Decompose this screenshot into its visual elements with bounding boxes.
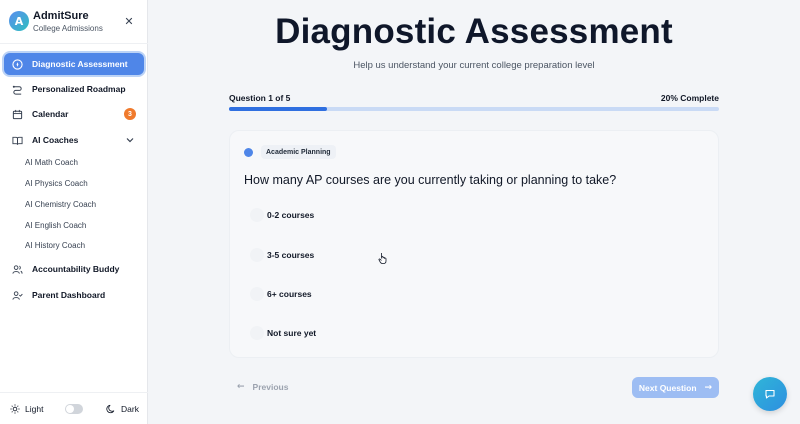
chat-icon [765,389,775,399]
progress-fill [229,107,327,111]
page-title: Diagnostic Assessment [275,12,673,51]
radio-button[interactable] [250,287,264,301]
sidebar-subitem-coach[interactable]: AI History Coach [25,241,85,250]
sidebar-item-ai-coaches[interactable]: AI Coaches [4,129,144,151]
progress-bar [229,107,719,111]
moon-icon [106,404,115,414]
next-button-label: Next Question [638,382,697,393]
book-icon [11,134,23,146]
theme-toggle[interactable] [65,404,83,414]
calendar-icon [11,108,23,120]
progress-label: Question 1 of 5 [229,93,291,103]
close-sidebar-button[interactable]: ✕ [122,14,136,28]
sidebar-subitem-coach[interactable]: AI Chemistry Coach [25,200,96,209]
theme-switcher: Light Dark [0,392,148,424]
progress-percent: 20% Complete [660,93,719,103]
sidebar-item-label: Personalized Roadmap [32,84,126,94]
answer-option-label: 3-5 courses [267,250,315,260]
theme-dark-option[interactable]: Dark [106,404,139,414]
radio-button[interactable] [250,208,264,222]
answer-option[interactable]: 6+ courses [244,280,706,308]
next-question-button[interactable]: Next Question → [632,377,719,398]
sidebar: A AdmitSure College Admissions ✕ Diagnos… [0,0,148,424]
answer-option[interactable]: 0-2 courses [244,201,706,229]
brand-header: A AdmitSure College Admissions ✕ [0,0,148,44]
sidebar-item-label: Parent Dashboard [32,290,106,300]
calendar-count-badge: 3 [124,108,136,120]
sidebar-subitem-coach[interactable]: AI Math Coach [25,158,78,167]
previous-button-label: Previous [252,382,289,392]
sidebar-item-calendar[interactable]: Calendar 3 [4,103,144,125]
theme-light-label: Light [25,404,44,414]
close-icon: ✕ [124,14,134,28]
brand-name: AdmitSure [33,10,89,22]
arrow-left-icon: ← [237,382,245,392]
sidebar-item-parent-dashboard[interactable]: Parent Dashboard [4,284,144,306]
brand-logo: A [9,11,29,31]
question-text: How many AP courses are you currently ta… [244,173,617,187]
sun-icon [10,404,20,414]
sidebar-item-label: Calendar [32,109,69,119]
category-chip: Academic Planning [261,145,336,159]
previous-button[interactable]: ← Previous [229,377,296,397]
answer-option-label: 0-2 courses [267,210,315,220]
sidebar-item-label: Accountability Buddy [32,264,120,274]
hand-cursor-icon [378,253,387,264]
sidebar-item-label: Diagnostic Assessment [32,59,128,69]
brand-subtitle: College Admissions [33,24,103,33]
radio-button[interactable] [250,248,264,262]
sidebar-subitem-coach[interactable]: AI Physics Coach [25,179,88,188]
answer-option-label: 6+ courses [267,289,312,299]
sidebar-item-label: AI Coaches [32,135,79,145]
chat-button[interactable] [753,377,787,411]
answer-option[interactable]: Not sure yet [244,319,706,347]
route-icon [11,83,23,95]
page-subtitle: Help us understand your current college … [353,60,595,71]
sidebar-item-accountability-buddy[interactable]: Accountability Buddy [4,258,144,280]
question-card: Academic Planning How many AP courses ar… [229,130,719,358]
users-icon [11,263,23,275]
sidebar-item-diagnostic-assessment[interactable]: Diagnostic Assessment [4,53,144,75]
user-check-icon [11,289,23,301]
answer-option[interactable]: 3-5 courses [244,241,706,269]
theme-light-option[interactable]: Light [10,404,43,414]
theme-dark-label: Dark [121,404,139,414]
compass-icon [11,58,23,70]
category-dot [244,148,253,157]
answer-option-label: Not sure yet [267,328,317,338]
arrow-right-icon: → [704,382,713,393]
sidebar-subitem-coach[interactable]: AI English Coach [25,221,86,230]
chevron-down-icon [126,138,134,143]
radio-button[interactable] [250,326,264,340]
sidebar-item-personalized-roadmap[interactable]: Personalized Roadmap [4,78,144,100]
